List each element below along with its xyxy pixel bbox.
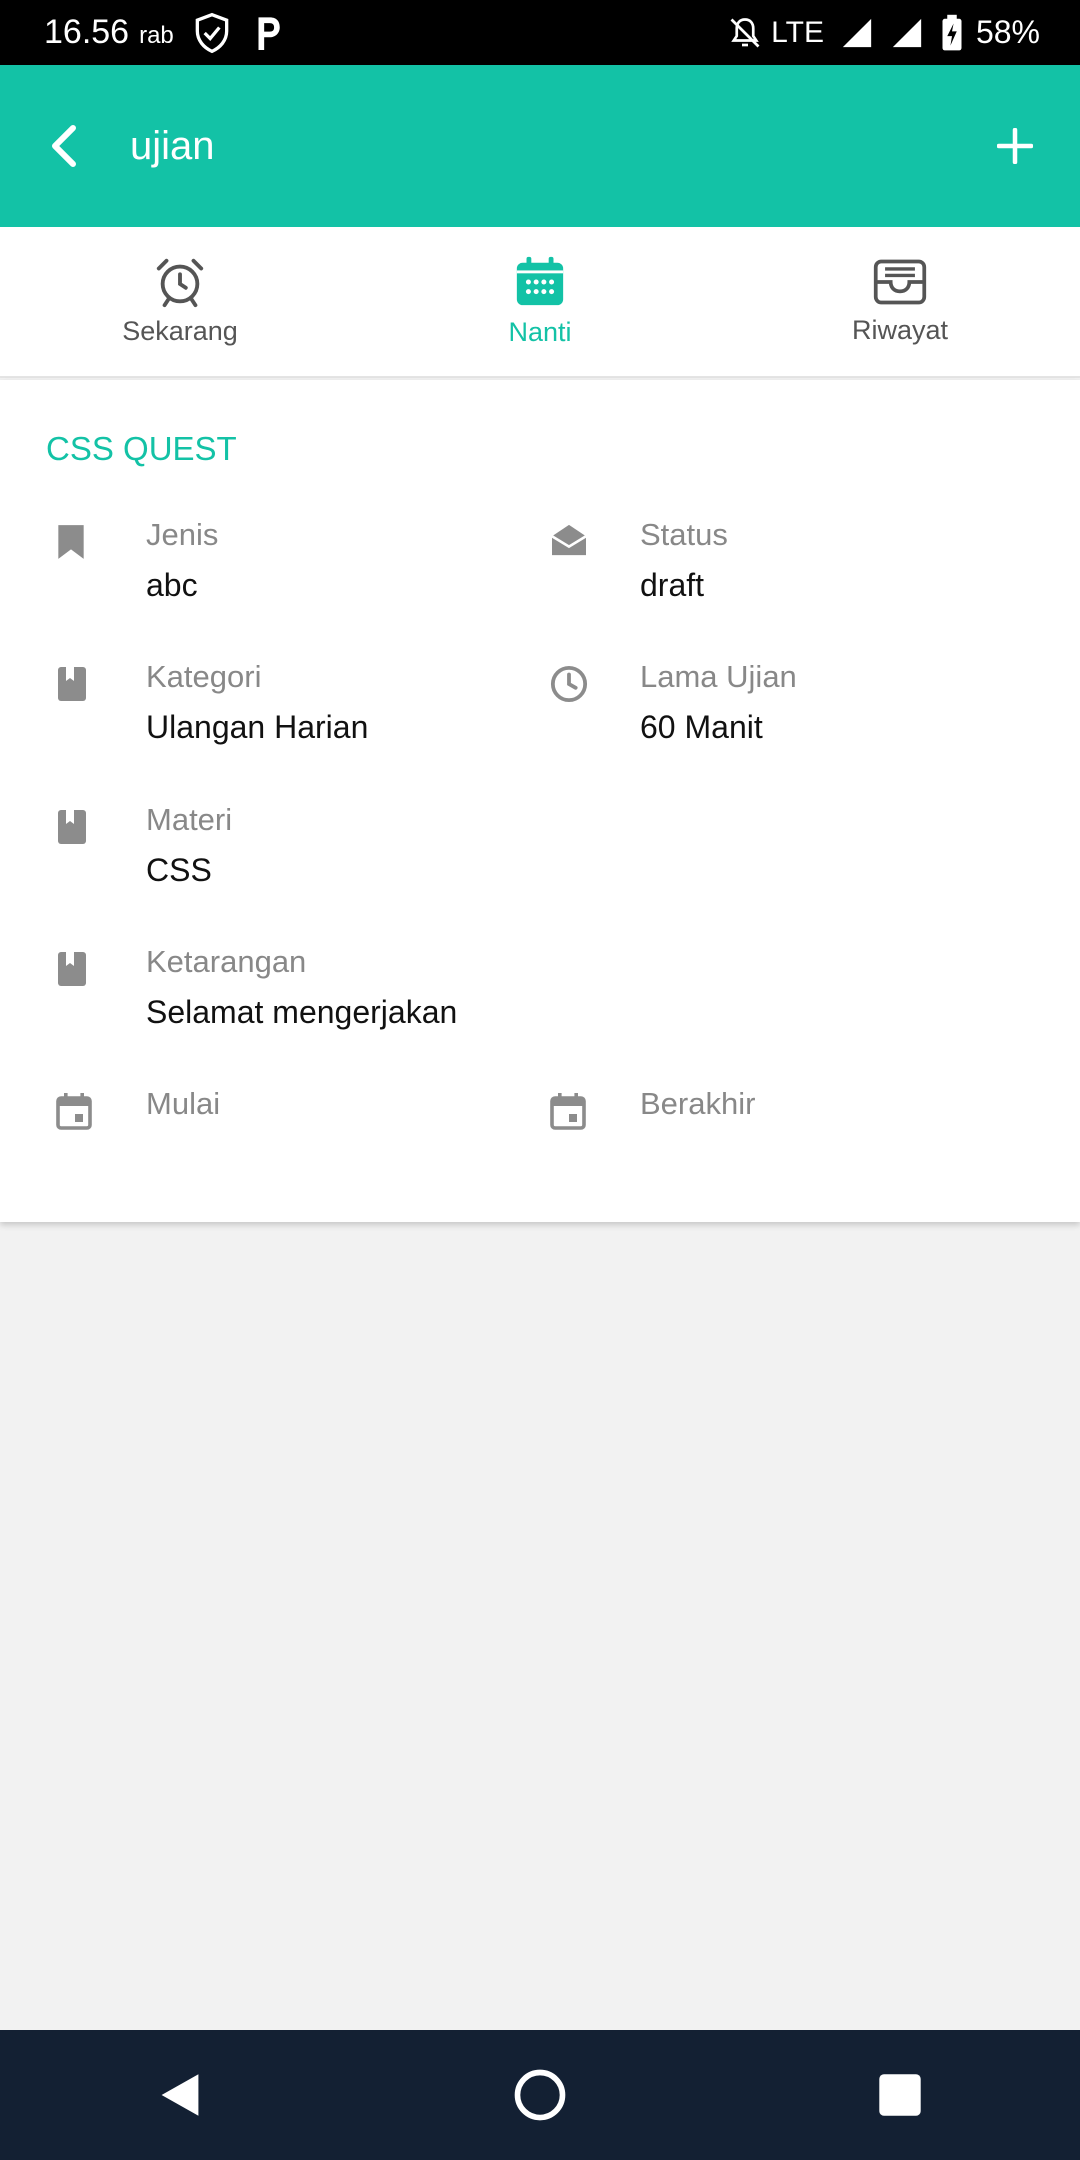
- book-icon: [58, 952, 86, 986]
- status-bar: 16.56 rab LTE 58%: [0, 0, 1080, 65]
- circle-home-icon: [514, 2069, 566, 2121]
- nav-recents-button[interactable]: [820, 2030, 980, 2160]
- field-value: CSS: [146, 852, 212, 888]
- triangle-back-icon: [161, 2074, 199, 2116]
- app-bar: ujian: [0, 65, 1080, 227]
- field-label: Ketarangan: [146, 944, 307, 979]
- calendar-icon: [516, 256, 564, 306]
- tab-riwayat[interactable]: Riwayat: [720, 227, 1080, 376]
- field-lama-ujian: Lama Ujian 60 Manit: [540, 659, 797, 746]
- exam-title: CSS QUEST: [46, 430, 237, 467]
- battery-percent: 58%: [975, 14, 1040, 50]
- arrow-back-icon: [52, 125, 76, 167]
- shield-check-icon: [190, 11, 234, 55]
- envelope-open-icon: [551, 524, 587, 556]
- status-bar-left: 16.56 rab: [44, 11, 284, 55]
- field-berakhir: Berakhir: [540, 1086, 755, 1130]
- battery-charging-icon: [940, 14, 964, 52]
- field-label: Status: [640, 517, 728, 552]
- calendar-icon: [550, 1093, 586, 1130]
- alarm-clock-icon: [156, 258, 204, 308]
- add-button[interactable]: [950, 65, 1080, 227]
- field-value: 60 Manit: [640, 709, 763, 745]
- field-kategori: Kategori Ulangan Harian: [46, 659, 368, 746]
- tab-nanti[interactable]: Nanti: [360, 227, 720, 376]
- signal-icon: [840, 16, 874, 50]
- status-bar-right: LTE 58%: [711, 14, 1040, 52]
- book-icon: [58, 810, 86, 844]
- clock-icon: [550, 665, 588, 703]
- bookmark-icon: [58, 525, 84, 559]
- back-button[interactable]: [0, 65, 130, 227]
- field-label: Jenis: [146, 517, 219, 552]
- field-label: Lama Ujian: [640, 659, 797, 694]
- field-label: Berakhir: [640, 1086, 756, 1121]
- field-label: Materi: [146, 802, 233, 837]
- field-jenis: Jenis abc: [46, 517, 218, 604]
- square-recents-icon: [879, 2074, 921, 2116]
- network-type: LTE: [771, 15, 824, 49]
- field-value: abc: [146, 567, 198, 603]
- field-value: Ulangan Harian: [146, 709, 369, 745]
- field-value: draft: [640, 567, 705, 603]
- tab-label: Riwayat: [851, 315, 949, 345]
- field-status: Status draft: [540, 517, 728, 604]
- tab-bar: Sekarang Nanti Riwayat: [0, 227, 1080, 378]
- field-materi: Materi CSS: [46, 802, 232, 889]
- book-icon: [58, 667, 86, 701]
- plus-icon: [997, 128, 1033, 164]
- field-keterangan: Ketarangan Selamat mengerjakan: [46, 944, 457, 1031]
- tab-label: Nanti: [508, 317, 572, 347]
- field-label: Kategori: [146, 659, 262, 694]
- inbox-tray-icon: [873, 259, 927, 305]
- calendar-icon: [56, 1093, 92, 1130]
- nav-back-button[interactable]: [100, 2030, 260, 2160]
- tab-label: Sekarang: [122, 316, 238, 346]
- page-title: ujian: [130, 123, 215, 168]
- field-mulai: Mulai: [46, 1086, 220, 1130]
- tab-sekarang[interactable]: Sekarang: [0, 227, 360, 376]
- exam-detail-card[interactable]: CSS QUEST Jenis abc Status draft Kategor…: [0, 380, 1080, 1222]
- status-time: 16.56: [44, 13, 130, 51]
- field-value: Selamat mengerjakan: [146, 994, 458, 1030]
- signal-icon: [890, 16, 924, 50]
- notifications-off-icon: [727, 15, 763, 51]
- parking-app-icon: [250, 13, 284, 53]
- nav-home-button[interactable]: [460, 2030, 620, 2160]
- system-nav-bar: [0, 2030, 1080, 2160]
- status-day: rab: [139, 21, 174, 49]
- field-label: Mulai: [146, 1086, 221, 1121]
